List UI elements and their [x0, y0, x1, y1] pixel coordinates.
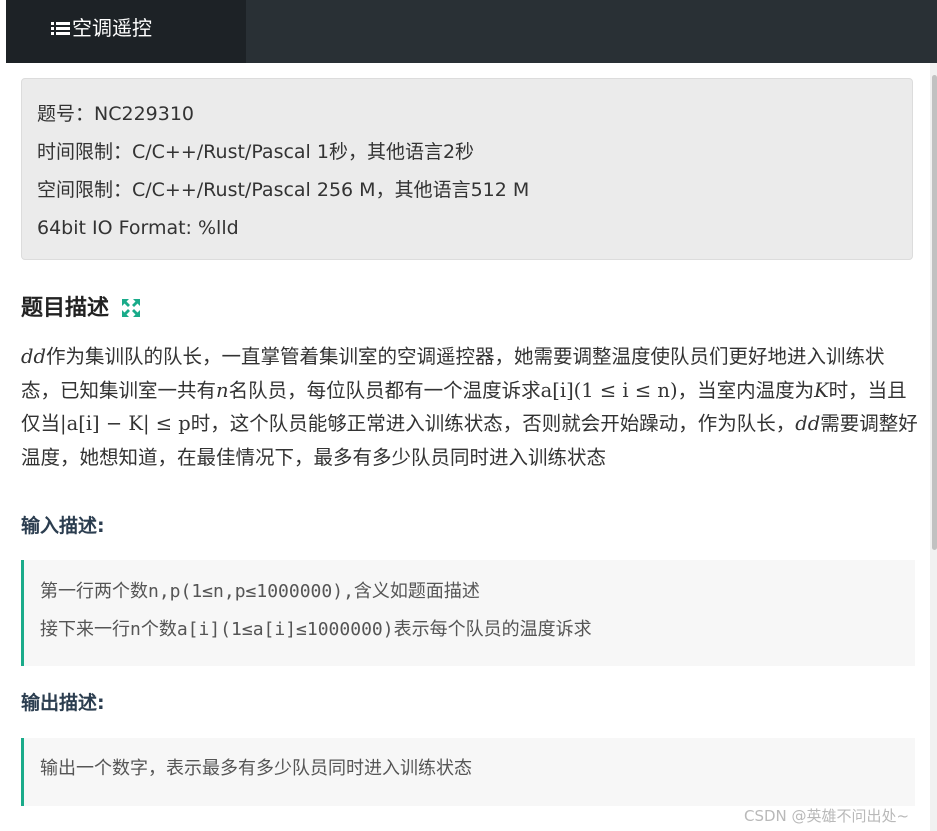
description-text: 名队员，每位队员都有一个温度诉求 [228, 378, 541, 402]
math-expression: a[i](1 ≤ i ≤ n) [540, 378, 678, 402]
output-description-block: 输出一个数字，表示最多有多少队员同时进入训练状态 [21, 738, 915, 806]
time-limit: 时间限制：C/C++/Rust/Pascal 1秒，其他语言2秒 [37, 141, 475, 163]
memory-limit: 空间限制：C/C++/Rust/Pascal 256 M，其他语言512 M [37, 179, 530, 201]
input-heading: 输入描述: [21, 515, 105, 537]
description-heading: 题目描述 [21, 292, 141, 326]
page-edge [0, 0, 6, 831]
output-heading: 输出描述: [21, 692, 105, 714]
description-title: 题目描述 [21, 296, 110, 321]
input-line: 第一行两个数n,p(1≤n,p≤1000000),含义如题面描述 [40, 581, 480, 602]
tab-label: 空调遥控 [72, 16, 152, 40]
math-K: K [814, 378, 829, 402]
output-line: 输出一个数字，表示最多有多少队员同时进入训练状态 [40, 758, 472, 779]
top-navbar: 空调遥控 [6, 0, 937, 63]
math-dd: dd [795, 412, 821, 435]
input-description-block: 第一行两个数n,p(1≤n,p≤1000000),含义如题面描述 接下来一行n个… [21, 560, 915, 666]
list-icon [51, 22, 70, 36]
csdn-watermark: CSDN @英雄不问出处~ [744, 807, 910, 825]
problem-id: 题号：NC229310 [37, 103, 195, 125]
problem-info-box: 题号：NC229310 时间限制：C/C++/Rust/Pascal 1秒，其他… [21, 78, 913, 260]
description-text: 时，这个队员能够正常进入训练状态，否则就会开始躁动，作为队长， [190, 412, 796, 435]
problem-description: dd作为集训队的队长，一直掌管着集训室的空调遥控器，她需要调整温度使队员们更好地… [21, 340, 921, 474]
description-text: ，当室内温度为 [677, 378, 815, 402]
io-format: 64bit IO Format: %lld [37, 217, 239, 239]
tab-air-conditioner-remote[interactable]: 空调遥控 [6, 0, 246, 63]
expand-arrows-icon[interactable] [121, 298, 141, 318]
math-n: n [216, 378, 229, 402]
scrollbar-thumb[interactable] [932, 75, 937, 550]
math-dd: dd [21, 345, 46, 368]
input-line: 接下来一行n个数a[i](1≤a[i]≤1000000)表示每个队员的温度诉求 [40, 619, 592, 640]
math-expression: |a[i] − K| ≤ p [60, 412, 191, 435]
